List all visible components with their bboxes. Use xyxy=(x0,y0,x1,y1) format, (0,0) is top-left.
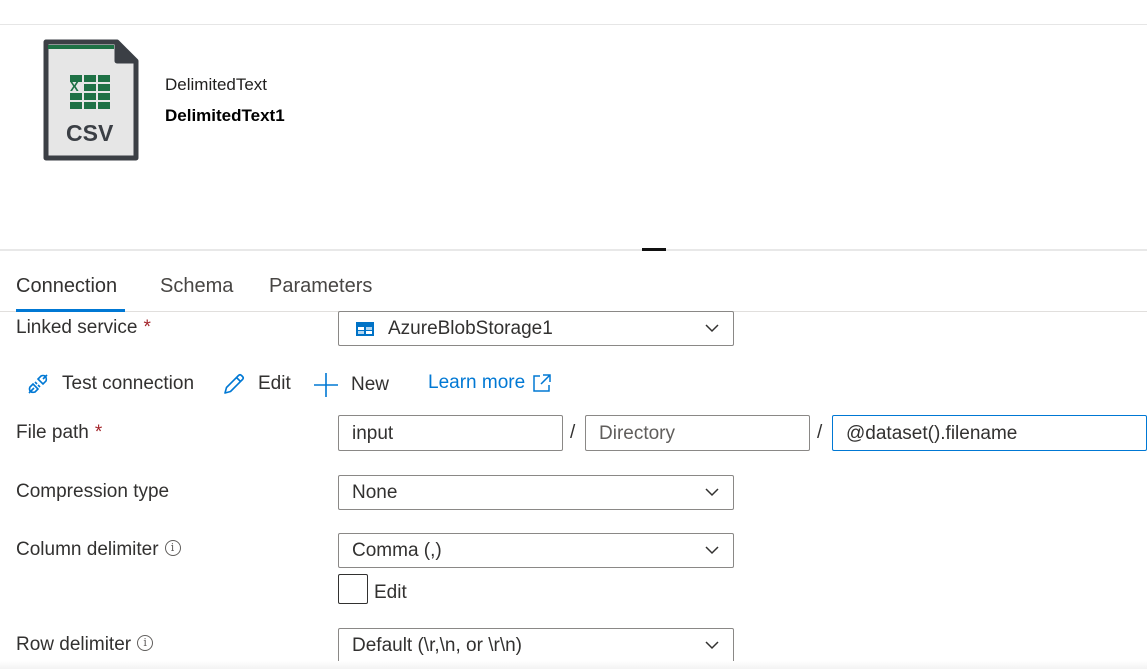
edit-delimiter-label: Edit xyxy=(374,582,407,603)
tab-schema[interactable]: Schema xyxy=(160,275,233,298)
dataset-name: DelimitedText1 xyxy=(165,106,285,125)
chevron-down-icon xyxy=(705,324,719,333)
container-input[interactable]: input xyxy=(338,415,563,451)
chevron-down-icon xyxy=(705,546,719,555)
storage-account-icon xyxy=(356,322,374,336)
svg-text:X: X xyxy=(70,79,79,94)
csv-icon-text: CSV xyxy=(66,120,114,146)
test-connection-label: Test connection xyxy=(62,373,195,394)
learn-more-label: Learn more xyxy=(428,372,526,393)
chevron-down-icon xyxy=(705,641,719,650)
splitter-handle[interactable] xyxy=(642,248,666,251)
tab-connection[interactable]: Connection xyxy=(16,275,117,298)
directory-input[interactable]: Directory xyxy=(585,415,810,451)
compression-type-label: Compression type xyxy=(16,481,170,502)
header-divider xyxy=(0,24,1147,25)
external-link-icon xyxy=(533,374,551,392)
path-separator: / xyxy=(570,422,576,443)
row-delimiter-label: Row delimiter i xyxy=(16,634,154,656)
required-marker: * xyxy=(94,422,103,443)
compression-type-dropdown[interactable]: None xyxy=(338,475,734,510)
file-path-label: File path * xyxy=(16,422,103,443)
csv-file-icon: X CSV xyxy=(43,39,139,161)
linked-service-value: AzureBlobStorage1 xyxy=(388,318,553,339)
dataset-type: DelimitedText xyxy=(165,75,268,94)
column-delimiter-value: Comma (,) xyxy=(352,540,442,561)
tab-parameters[interactable]: Parameters xyxy=(269,275,372,298)
new-linked-service-button[interactable]: New xyxy=(313,372,389,398)
plug-icon xyxy=(28,374,48,394)
pane-splitter[interactable] xyxy=(0,249,1147,251)
edit-linked-service-button[interactable]: Edit xyxy=(222,372,291,396)
edit-delimiter-checkbox[interactable] xyxy=(338,574,368,604)
column-delimiter-dropdown[interactable]: Comma (,) xyxy=(338,533,734,568)
learn-more-link[interactable]: Learn more xyxy=(428,372,551,394)
linked-service-dropdown[interactable]: AzureBlobStorage1 xyxy=(338,311,734,346)
info-icon[interactable]: i xyxy=(137,635,154,651)
chevron-down-icon xyxy=(705,488,719,497)
required-marker: * xyxy=(143,317,151,338)
tab-bar: Connection Schema Parameters xyxy=(0,270,1147,312)
bottom-edge xyxy=(0,661,1147,669)
active-tab-indicator xyxy=(16,309,125,312)
compression-type-value: None xyxy=(352,482,398,503)
row-delimiter-value: Default (\r,\n, or \r\n) xyxy=(352,635,522,656)
edit-label: Edit xyxy=(258,373,291,394)
test-connection-button[interactable]: Test connection xyxy=(26,372,194,396)
row-delimiter-dropdown[interactable]: Default (\r,\n, or \r\n) xyxy=(338,628,734,663)
column-delimiter-label: Column delimiter i xyxy=(16,539,181,561)
info-icon[interactable]: i xyxy=(164,540,181,556)
pencil-icon xyxy=(224,373,245,394)
plus-icon xyxy=(314,373,338,397)
path-separator: / xyxy=(817,422,823,443)
linked-service-label: Linked service * xyxy=(16,317,151,338)
new-label: New xyxy=(351,374,390,395)
file-name-input[interactable]: @dataset().filename xyxy=(832,415,1147,451)
